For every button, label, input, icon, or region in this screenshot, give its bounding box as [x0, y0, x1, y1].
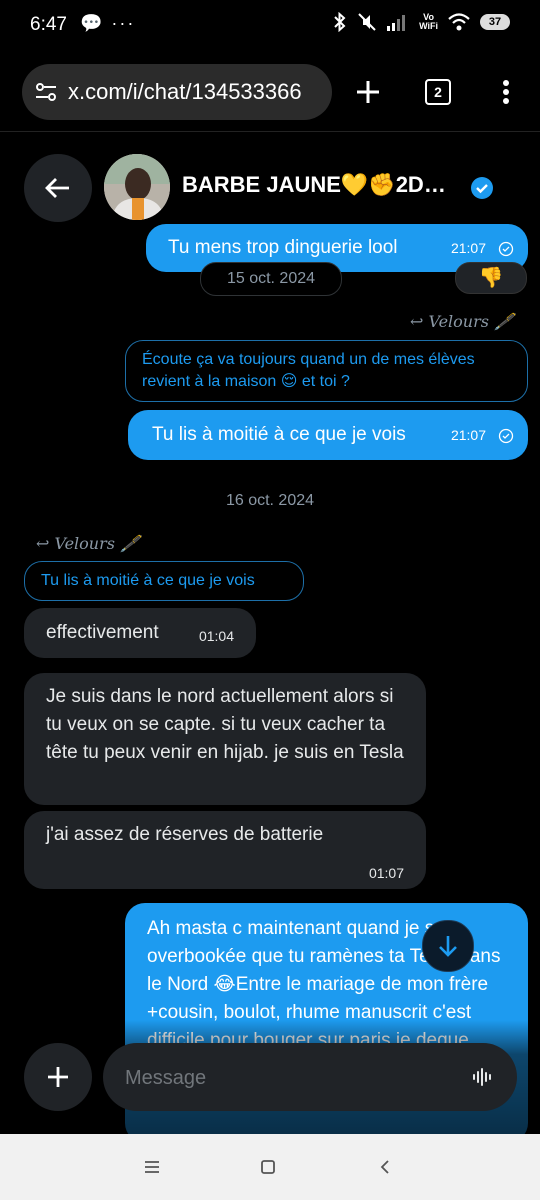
vowifi-label: Vo WiFi	[419, 12, 438, 31]
status-bar: 6:47 💬 ··· Vo WiFi 37	[0, 0, 540, 52]
plus-icon	[48, 1067, 68, 1087]
message-time: 01:04	[198, 628, 234, 644]
message-text: effectivement	[46, 622, 159, 643]
arrow-left-icon	[45, 178, 69, 198]
divider	[0, 131, 540, 132]
message-text: Tu lis à moitié à ce que je vois	[152, 424, 406, 445]
tab-count: 2	[425, 79, 451, 105]
mute-icon	[358, 13, 376, 31]
bluetooth-icon	[334, 12, 346, 32]
chat-title[interactable]: BARBE JAUNE💛✊2D…	[182, 172, 452, 198]
address-bar[interactable]: x.com/i/chat/134533366	[22, 64, 332, 120]
system-navigation-bar	[0, 1134, 540, 1200]
reply-to-name: Velours 🖋️	[428, 312, 514, 331]
more-vertical-icon	[503, 80, 509, 104]
quoted-message[interactable]: Tu lis à moitié à ce que je vois	[24, 561, 304, 601]
back-nav-button[interactable]	[370, 1154, 400, 1180]
reply-arrow-icon: ↩	[36, 534, 50, 553]
read-check-icon	[498, 428, 514, 444]
system-icons: Vo WiFi 37	[333, 12, 510, 32]
tab-switcher-button[interactable]: 2	[418, 72, 458, 112]
battery-indicator: 37	[480, 14, 510, 30]
verified-badge-icon	[471, 177, 493, 199]
message-time: 21:07	[450, 240, 486, 256]
incoming-message[interactable]: effectivement 01:04	[24, 608, 256, 658]
clock: 6:47	[30, 14, 67, 35]
message-composer[interactable]	[103, 1043, 517, 1111]
home-icon	[261, 1160, 275, 1174]
message-text: j'ai assez de réserves de batterie	[46, 824, 324, 845]
scroll-to-bottom-button[interactable]	[422, 920, 474, 972]
incoming-message[interactable]: j'ai assez de réserves de batterie 01:07	[24, 811, 426, 889]
site-settings-icon[interactable]	[34, 80, 58, 104]
date-separator: 16 oct. 2024	[225, 492, 315, 509]
back-button[interactable]	[24, 154, 92, 222]
voice-message-icon[interactable]	[471, 1065, 495, 1089]
message-reaction[interactable]: 👎	[455, 262, 527, 294]
reply-indicator: ↩ Velours 🖋️	[36, 534, 140, 553]
message-text: Je suis dans le nord actuellement alors …	[46, 686, 404, 763]
quoted-message[interactable]: Écoute ça va toujours quand un de mes él…	[125, 340, 528, 402]
notification-icons: 💬 ···	[80, 13, 136, 33]
plus-icon	[357, 81, 379, 103]
outgoing-message[interactable]: Tu lis à moitié à ce que je vois 21:07	[128, 410, 528, 460]
message-text: Tu mens trop dinguerie lool	[168, 237, 398, 258]
menu-icon	[145, 1161, 159, 1173]
url-text[interactable]: x.com/i/chat/134533366	[68, 79, 302, 105]
browser-menu-button[interactable]	[486, 72, 526, 112]
add-attachment-button[interactable]	[24, 1043, 92, 1111]
avatar-image	[104, 154, 170, 220]
incoming-message[interactable]: Je suis dans le nord actuellement alors …	[24, 673, 426, 805]
reply-arrow-icon: ↩	[410, 312, 424, 331]
message-time: 21:07	[450, 427, 486, 443]
message-input[interactable]	[123, 1061, 447, 1095]
arrow-down-icon	[439, 936, 457, 957]
avatar[interactable]	[104, 154, 170, 220]
reply-to-name: Velours 🖋️	[54, 534, 140, 553]
date-separator: 15 oct. 2024	[200, 262, 342, 296]
new-tab-button[interactable]	[348, 72, 388, 112]
chevron-left-icon	[380, 1160, 389, 1174]
wifi-icon	[448, 13, 470, 31]
read-check-icon	[498, 241, 514, 257]
message-time: 01:07	[368, 865, 404, 881]
reply-indicator: ↩ Velours 🖋️	[410, 312, 514, 331]
home-button[interactable]	[253, 1154, 283, 1180]
signal-icon	[387, 15, 406, 31]
recent-apps-button[interactable]	[137, 1154, 167, 1180]
